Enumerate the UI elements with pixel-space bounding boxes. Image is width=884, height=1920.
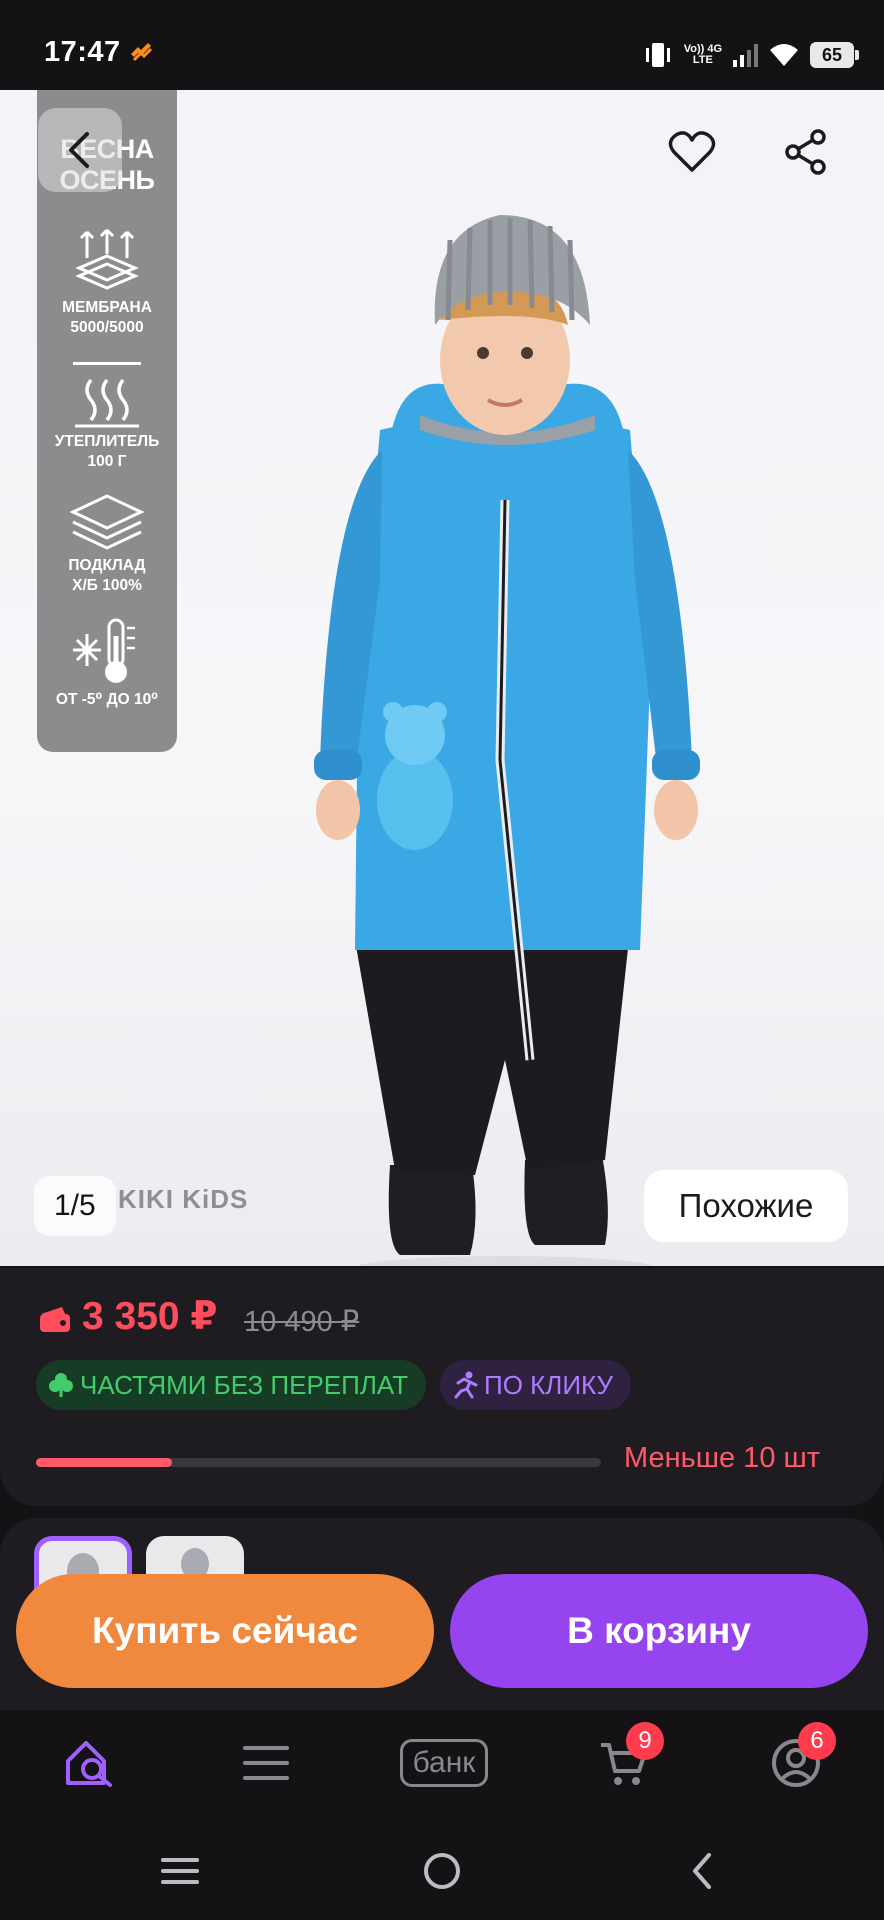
add-to-cart-button[interactable]: В корзину (450, 1574, 868, 1688)
feature-divider (73, 362, 141, 365)
price-card: 3 350 ₽ 10 490 ₽ ЧАСТЯМИ БЕЗ ПЕРЕПЛАТ ПО… (0, 1268, 884, 1506)
nav-profile[interactable]: 6 (756, 1722, 836, 1798)
feature-lining-line2: Х/Б 100% (72, 577, 142, 594)
feature-membrane-line2: 5000/5000 (70, 319, 144, 336)
running-icon (454, 1371, 478, 1399)
status-time: 17:47 (44, 36, 121, 68)
home-circle-icon (424, 1853, 460, 1889)
similar-button[interactable]: Похожие (644, 1170, 848, 1242)
bank-label: банк (399, 1739, 489, 1787)
feature-insulation-line1: УТЕПЛИТЕЛЬ (54, 433, 160, 450)
wallet-icon (40, 1307, 70, 1332)
chevron-left-icon (69, 132, 89, 168)
back-button[interactable] (38, 108, 122, 192)
recent-apps-icon (161, 1858, 199, 1884)
system-navigation-bar (0, 1820, 884, 1920)
image-page-counter: 1/5 (34, 1176, 116, 1236)
brand-watermark: KIKI KiDS (118, 1184, 249, 1214)
layers-icon (69, 494, 145, 550)
menu-icon (243, 1746, 289, 1780)
feature-temperature: ОТ -5⁰ ДО 10⁰ (37, 690, 177, 710)
recent-apps-button[interactable] (150, 1846, 210, 1896)
clover-icon (49, 1373, 73, 1397)
share-button[interactable] (778, 124, 834, 180)
stock-progress-fill (36, 1458, 172, 1467)
profile-count-badge: 6 (798, 1722, 836, 1760)
wifi-icon (770, 44, 798, 66)
feature-lining: ПОДКЛАД Х/Б 100% (37, 556, 177, 596)
status-indicators: Vo)) 4G LTE 65 (642, 38, 859, 72)
one-click-badge[interactable]: ПО КЛИКУ (440, 1360, 631, 1410)
old-price: 10 490 ₽ (244, 1306, 360, 1338)
home-search-icon (66, 1741, 112, 1787)
network-type-bottom: LTE (692, 54, 713, 66)
share-icon (785, 129, 826, 175)
feature-temperature-line1: ОТ -5⁰ ДО 10⁰ (55, 691, 159, 708)
network-type: Vo)) 4G LTE (684, 44, 722, 66)
bottom-navigation: банк 9 6 (0, 1710, 884, 1820)
product-image-gallery[interactable]: ВЕСНА ОСЕНЬ МЕМБРАНА 5000/5000 УТЕПЛИТЕЛ… (0, 90, 884, 1266)
current-price: 3 350 ₽ (82, 1295, 218, 1338)
feature-lining-line1: ПОДКЛАД (68, 557, 146, 574)
installments-badge[interactable]: ЧАСТЯМИ БЕЗ ПЕРЕПЛАТ (36, 1360, 427, 1410)
feature-membrane-line1: МЕМБРАНА (62, 299, 152, 316)
feature-insulation-line2: 100 Г (87, 453, 127, 470)
thermometer-icon (73, 618, 135, 683)
one-click-label: ПО КЛИКУ (484, 1369, 613, 1400)
membrane-icon (75, 228, 139, 290)
buy-now-button[interactable]: Купить сейчас (16, 1574, 434, 1688)
system-back-button[interactable] (672, 1846, 732, 1896)
battery-indicator: 65 (810, 42, 859, 68)
cart-count-badge: 9 (626, 1722, 664, 1760)
nav-cart[interactable]: 9 (584, 1722, 664, 1798)
installments-label: ЧАСТЯМИ БЕЗ ПЕРЕПЛАТ (80, 1369, 409, 1400)
product-photo (314, 215, 700, 1266)
home-button[interactable] (412, 1846, 472, 1896)
nav-bank[interactable]: банк (386, 1728, 502, 1798)
app-notification-icon (131, 43, 153, 62)
nav-catalog[interactable] (226, 1728, 306, 1798)
nav-home-search[interactable] (50, 1728, 130, 1798)
status-bar: 17:47 Vo)) 4G LTE 65 (0, 0, 884, 90)
feature-insulation: УТЕПЛИТЕЛЬ 100 Г (37, 432, 177, 472)
vibrate-icon (645, 43, 670, 67)
signal-icon (733, 44, 758, 67)
heat-icon (75, 378, 139, 428)
heart-icon (668, 131, 716, 172)
stock-label: Меньше 10 шт (624, 1442, 821, 1474)
favorite-button[interactable] (664, 124, 720, 180)
back-arrow-icon (693, 1853, 711, 1889)
feature-membrane: МЕМБРАНА 5000/5000 (37, 298, 177, 338)
screen: 17:47 Vo)) 4G LTE 65 МЕМБРАНА 5000/5000 … (0, 0, 884, 1920)
